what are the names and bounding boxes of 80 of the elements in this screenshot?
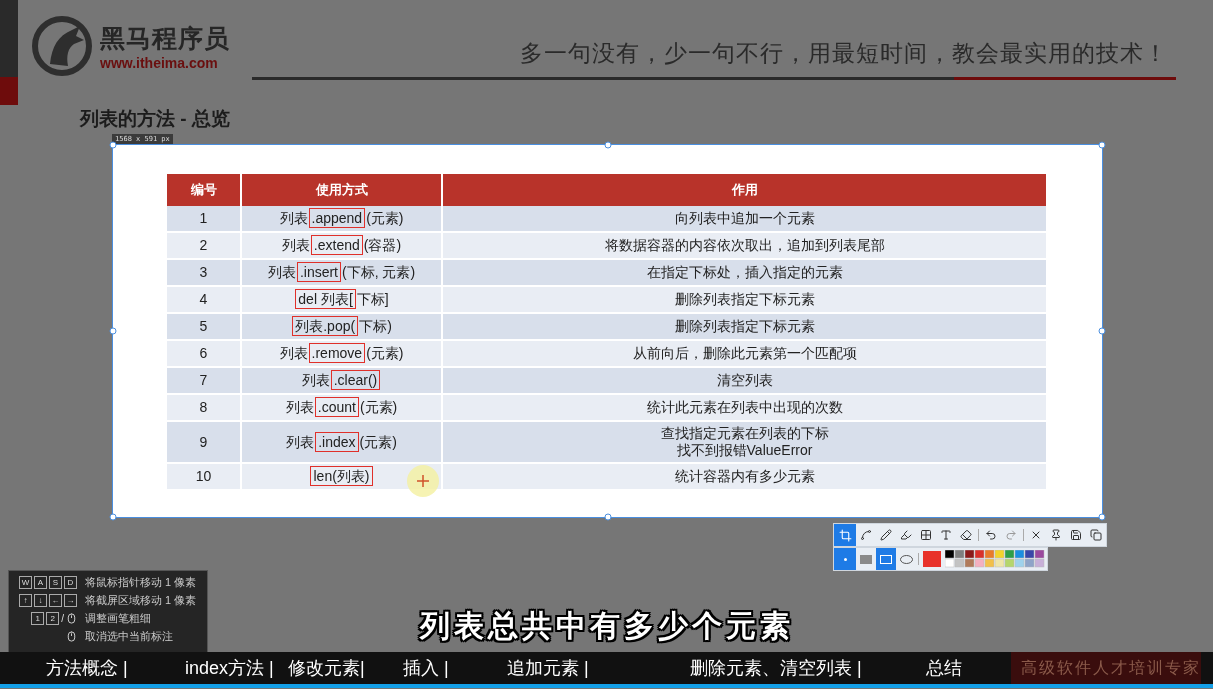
table-cell: 1	[167, 206, 241, 232]
key-cap: ↓	[34, 594, 47, 607]
table-cell: 3	[167, 259, 241, 286]
table-cell: 统计容器内有多少元素	[674, 468, 815, 485]
key-cap: 1	[31, 612, 45, 625]
resize-handle[interactable]	[1098, 513, 1106, 521]
key-cap: W	[19, 576, 32, 589]
resize-handle[interactable]	[1098, 327, 1106, 335]
table-cell: 列表 .append (元素)	[241, 206, 442, 232]
table-cell: 列表 .count (元素)	[241, 394, 442, 421]
shortcut-label: 将鼠标指针移动 1 像素	[85, 575, 197, 590]
table-cell: 4	[167, 286, 241, 313]
chapter-link[interactable]: 删除元素、清空列表 |	[690, 656, 862, 680]
table-cell: 10	[167, 463, 241, 490]
table-cell: 列表 .insert (下标, 元素)	[241, 259, 442, 286]
key-cap: S	[49, 576, 62, 589]
table-cell: 6	[167, 340, 241, 367]
key-cap: ↑	[19, 594, 32, 607]
table-cell: 查找指定元素在列表的下标	[660, 425, 829, 442]
footer-tagline: 高级软件人才培训专家	[1011, 652, 1201, 684]
table-cell: 将数据容器的内容依次取出，追加到列表尾部	[604, 237, 885, 254]
mouse-icon	[66, 631, 77, 642]
accent-edge-bar	[0, 77, 18, 105]
capture-mode-button[interactable]	[834, 524, 856, 546]
mouse-icon	[66, 613, 77, 624]
table-cell: 2	[167, 232, 241, 259]
resize-handle[interactable]	[109, 513, 117, 521]
table-cell: 9	[167, 421, 241, 463]
table-cell: 删除列表指定下标元素	[674, 291, 815, 308]
resize-handle[interactable]	[1098, 141, 1106, 149]
key-cap: ←	[49, 594, 62, 607]
table-cell: 列表 .clear()	[241, 367, 442, 394]
key-cap: →	[64, 594, 77, 607]
dot-icon	[843, 557, 847, 561]
current-color-swatch[interactable]	[923, 551, 941, 567]
resize-handle[interactable]	[604, 141, 611, 149]
cursor-highlight-icon	[406, 464, 440, 498]
key-cap: 2	[46, 612, 60, 625]
logo-name: 黑马程序员	[100, 22, 230, 54]
table-cell: 统计此元素在列表中出现的次数	[646, 399, 843, 416]
table-cell: 在指定下标处，插入指定的元素	[646, 264, 843, 281]
table-cell: 删除列表指定下标元素	[674, 318, 815, 335]
table-cell: del 列表[ 下标]	[241, 286, 442, 313]
table-cell: 列表.pop( 下标)	[241, 313, 442, 340]
chapter-link[interactable]: index方法 |	[185, 656, 274, 680]
table-cell: 清空列表	[716, 372, 773, 389]
slide-title: 列表的方法 - 总览	[80, 107, 231, 131]
column-header: 使用方式	[241, 174, 442, 206]
slogan: 多一句没有，少一句不行，用最短时间，教会最实用的技术！	[520, 39, 1169, 68]
key-cap: D	[64, 576, 77, 589]
table-cell: 5	[167, 313, 241, 340]
table-cell: 找不到报错ValueError	[676, 442, 813, 459]
outline-rectangle-icon[interactable]	[876, 548, 896, 570]
shortcut-label: 调整画笔粗细	[85, 611, 151, 626]
chapter-link[interactable]: 修改元素|	[288, 656, 365, 680]
color-palette-drawing[interactable]	[945, 550, 1045, 568]
capture-selection[interactable]	[112, 144, 1103, 518]
logo-url: www.itheima.com	[100, 54, 219, 71]
shortcut-label: 将截屏区域移动 1 像素	[85, 593, 197, 608]
table-cell: 列表 .remove (元素)	[241, 340, 442, 367]
resize-handle[interactable]	[604, 513, 611, 521]
chapter-link[interactable]: 插入 |	[403, 656, 449, 680]
table-cell: 向列表中追加一个元素	[674, 210, 815, 227]
chapter-link[interactable]: 方法概念 |	[46, 656, 128, 680]
key-cap: A	[34, 576, 47, 589]
column-header: 编号	[167, 174, 241, 206]
table-cell: 7	[167, 367, 241, 394]
table-cell: 8	[167, 394, 241, 421]
chapter-link[interactable]: 追加元素 |	[507, 656, 589, 680]
shortcut-label: 取消选中当前标注	[85, 629, 173, 644]
table-cell: 列表 .extend (容器)	[241, 232, 442, 259]
column-header: 作用	[442, 174, 1047, 206]
chapter-link[interactable]: 总结	[926, 656, 962, 680]
resize-handle[interactable]	[109, 327, 117, 335]
slash: /	[61, 613, 64, 624]
crop-icon	[838, 528, 852, 542]
table-cell: 列表 .index (元素)	[241, 421, 442, 463]
resize-handle[interactable]	[109, 141, 117, 149]
subtitle: 列表总共中有多少个元素	[419, 608, 794, 644]
table-cell: 从前向后，删除此元素第一个匹配项	[632, 345, 857, 362]
